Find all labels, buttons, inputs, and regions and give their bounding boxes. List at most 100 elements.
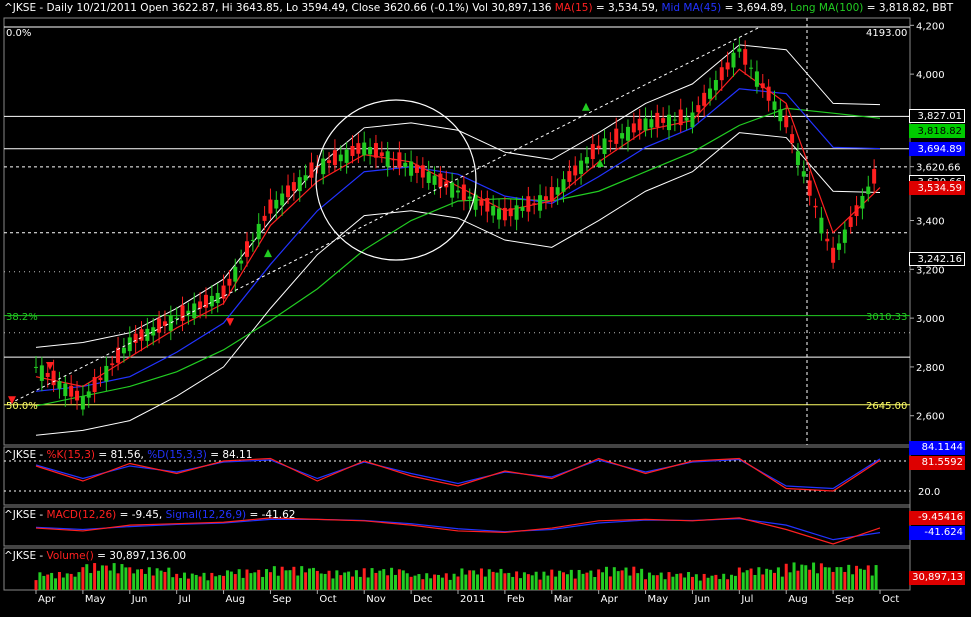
candle-body: [608, 140, 613, 142]
candle-body: [778, 109, 783, 122]
volume-bar: [589, 570, 593, 590]
fib-50-left-label: 50.0%: [6, 401, 38, 412]
candle-body: [327, 160, 332, 163]
volume-bar: [327, 570, 331, 590]
volume-bar: [874, 565, 878, 590]
candle-body: [420, 165, 425, 178]
x-tick-label: Apr: [38, 594, 56, 605]
volume-bar: [452, 573, 456, 590]
volume-bar: [288, 570, 292, 590]
x-tick-label: May: [85, 594, 106, 605]
candle-body: [807, 180, 812, 196]
candle-body: [368, 147, 373, 155]
x-tick-label: Oct: [882, 594, 899, 605]
volume-bar: [100, 565, 104, 590]
x-tick-label: Apr: [601, 594, 619, 605]
main-header-segment: = 3,694.89,: [721, 2, 791, 14]
volume-bar: [542, 571, 546, 590]
volume-bar: [390, 567, 394, 590]
volume-bar: [612, 567, 616, 590]
stoch-k-tag: 81.5592: [909, 456, 965, 470]
volume-bar: [97, 570, 101, 590]
volume-bar: [644, 579, 648, 590]
volume-bar: [214, 576, 218, 590]
volume-bar: [354, 570, 358, 590]
candle-body: [356, 143, 361, 154]
candle-body: [678, 109, 683, 126]
volume-bar: [65, 573, 69, 590]
candle-body: [579, 160, 584, 174]
candle-body: [497, 208, 502, 220]
volume-bar: [155, 568, 159, 590]
candle-body: [321, 158, 326, 175]
candle-body: [549, 187, 554, 202]
stoch-level-label: 20.0: [918, 487, 941, 498]
candle-body: [625, 126, 630, 141]
volume-bar: [296, 575, 300, 590]
volume-bar: [339, 575, 343, 590]
volume-bar: [698, 580, 702, 590]
candle-body: [672, 119, 677, 121]
volume-bar: [687, 572, 691, 590]
volume-bar: [93, 563, 97, 590]
candle-body: [508, 208, 513, 217]
candle-body: [854, 205, 859, 217]
stoch-header-segment: ^JKSE -: [4, 449, 47, 461]
volume-bar: [468, 570, 472, 590]
volume-bar: [632, 566, 636, 590]
volume-bar: [69, 573, 73, 590]
candle-body: [98, 377, 103, 380]
volume-bar: [54, 578, 58, 590]
volume-bar: [108, 570, 112, 590]
candle-body: [561, 179, 566, 192]
candle-body: [432, 175, 437, 185]
x-tick-label: Feb: [507, 594, 525, 605]
candle-body: [344, 149, 349, 163]
volume-bar: [382, 569, 386, 590]
volume-bar: [604, 566, 608, 590]
candle-body: [121, 347, 126, 354]
volume-bar: [831, 571, 835, 590]
candle-body: [614, 128, 619, 144]
candle-body: [69, 385, 74, 397]
macd-panel-header: ^JKSE - MACD(12,26) = -9.45, Signal(12,2…: [4, 509, 295, 522]
volume-bar: [34, 580, 38, 590]
volume-bar: [182, 572, 186, 590]
candle-body: [92, 377, 97, 393]
volume-bar: [280, 566, 284, 590]
macd-signal-tag: -41.624: [909, 526, 965, 540]
candle-body: [795, 151, 800, 166]
candle-body: [104, 365, 109, 382]
candle-body: [180, 305, 185, 321]
candle-body: [848, 217, 853, 227]
volume-bar: [81, 567, 85, 590]
volume-bar: [417, 574, 421, 590]
volume-value-tag: 30,897,13: [909, 571, 965, 585]
volume-bar: [143, 573, 147, 590]
volume-bar: [261, 576, 265, 590]
volume-bar: [843, 571, 847, 590]
volume-bar: [347, 571, 351, 590]
candle-body: [772, 101, 777, 110]
candle-body: [831, 247, 836, 263]
candle-body: [221, 285, 226, 299]
volume-bar: [796, 570, 800, 590]
volume-bar: [663, 579, 667, 590]
volume-bar: [186, 578, 190, 590]
volume-bar: [366, 577, 370, 590]
volume-bar: [386, 575, 390, 590]
candle-body: [485, 198, 490, 212]
volume-bar: [647, 572, 651, 590]
chart-canvas[interactable]: 2,6002,8003,0003,2003,4003,620.664,0004,…: [0, 0, 971, 617]
candle-body: [303, 175, 308, 181]
bollinger-lower-band: [35, 132, 881, 436]
volume-bar: [651, 575, 655, 590]
volume-bar: [179, 578, 183, 590]
volume-bar: [714, 574, 718, 590]
volume-bar: [393, 574, 397, 590]
volume-bar: [140, 569, 143, 590]
candle-body: [245, 241, 249, 257]
volume-bar: [624, 567, 628, 590]
candle-body: [784, 115, 789, 128]
volume-bar: [61, 577, 65, 590]
